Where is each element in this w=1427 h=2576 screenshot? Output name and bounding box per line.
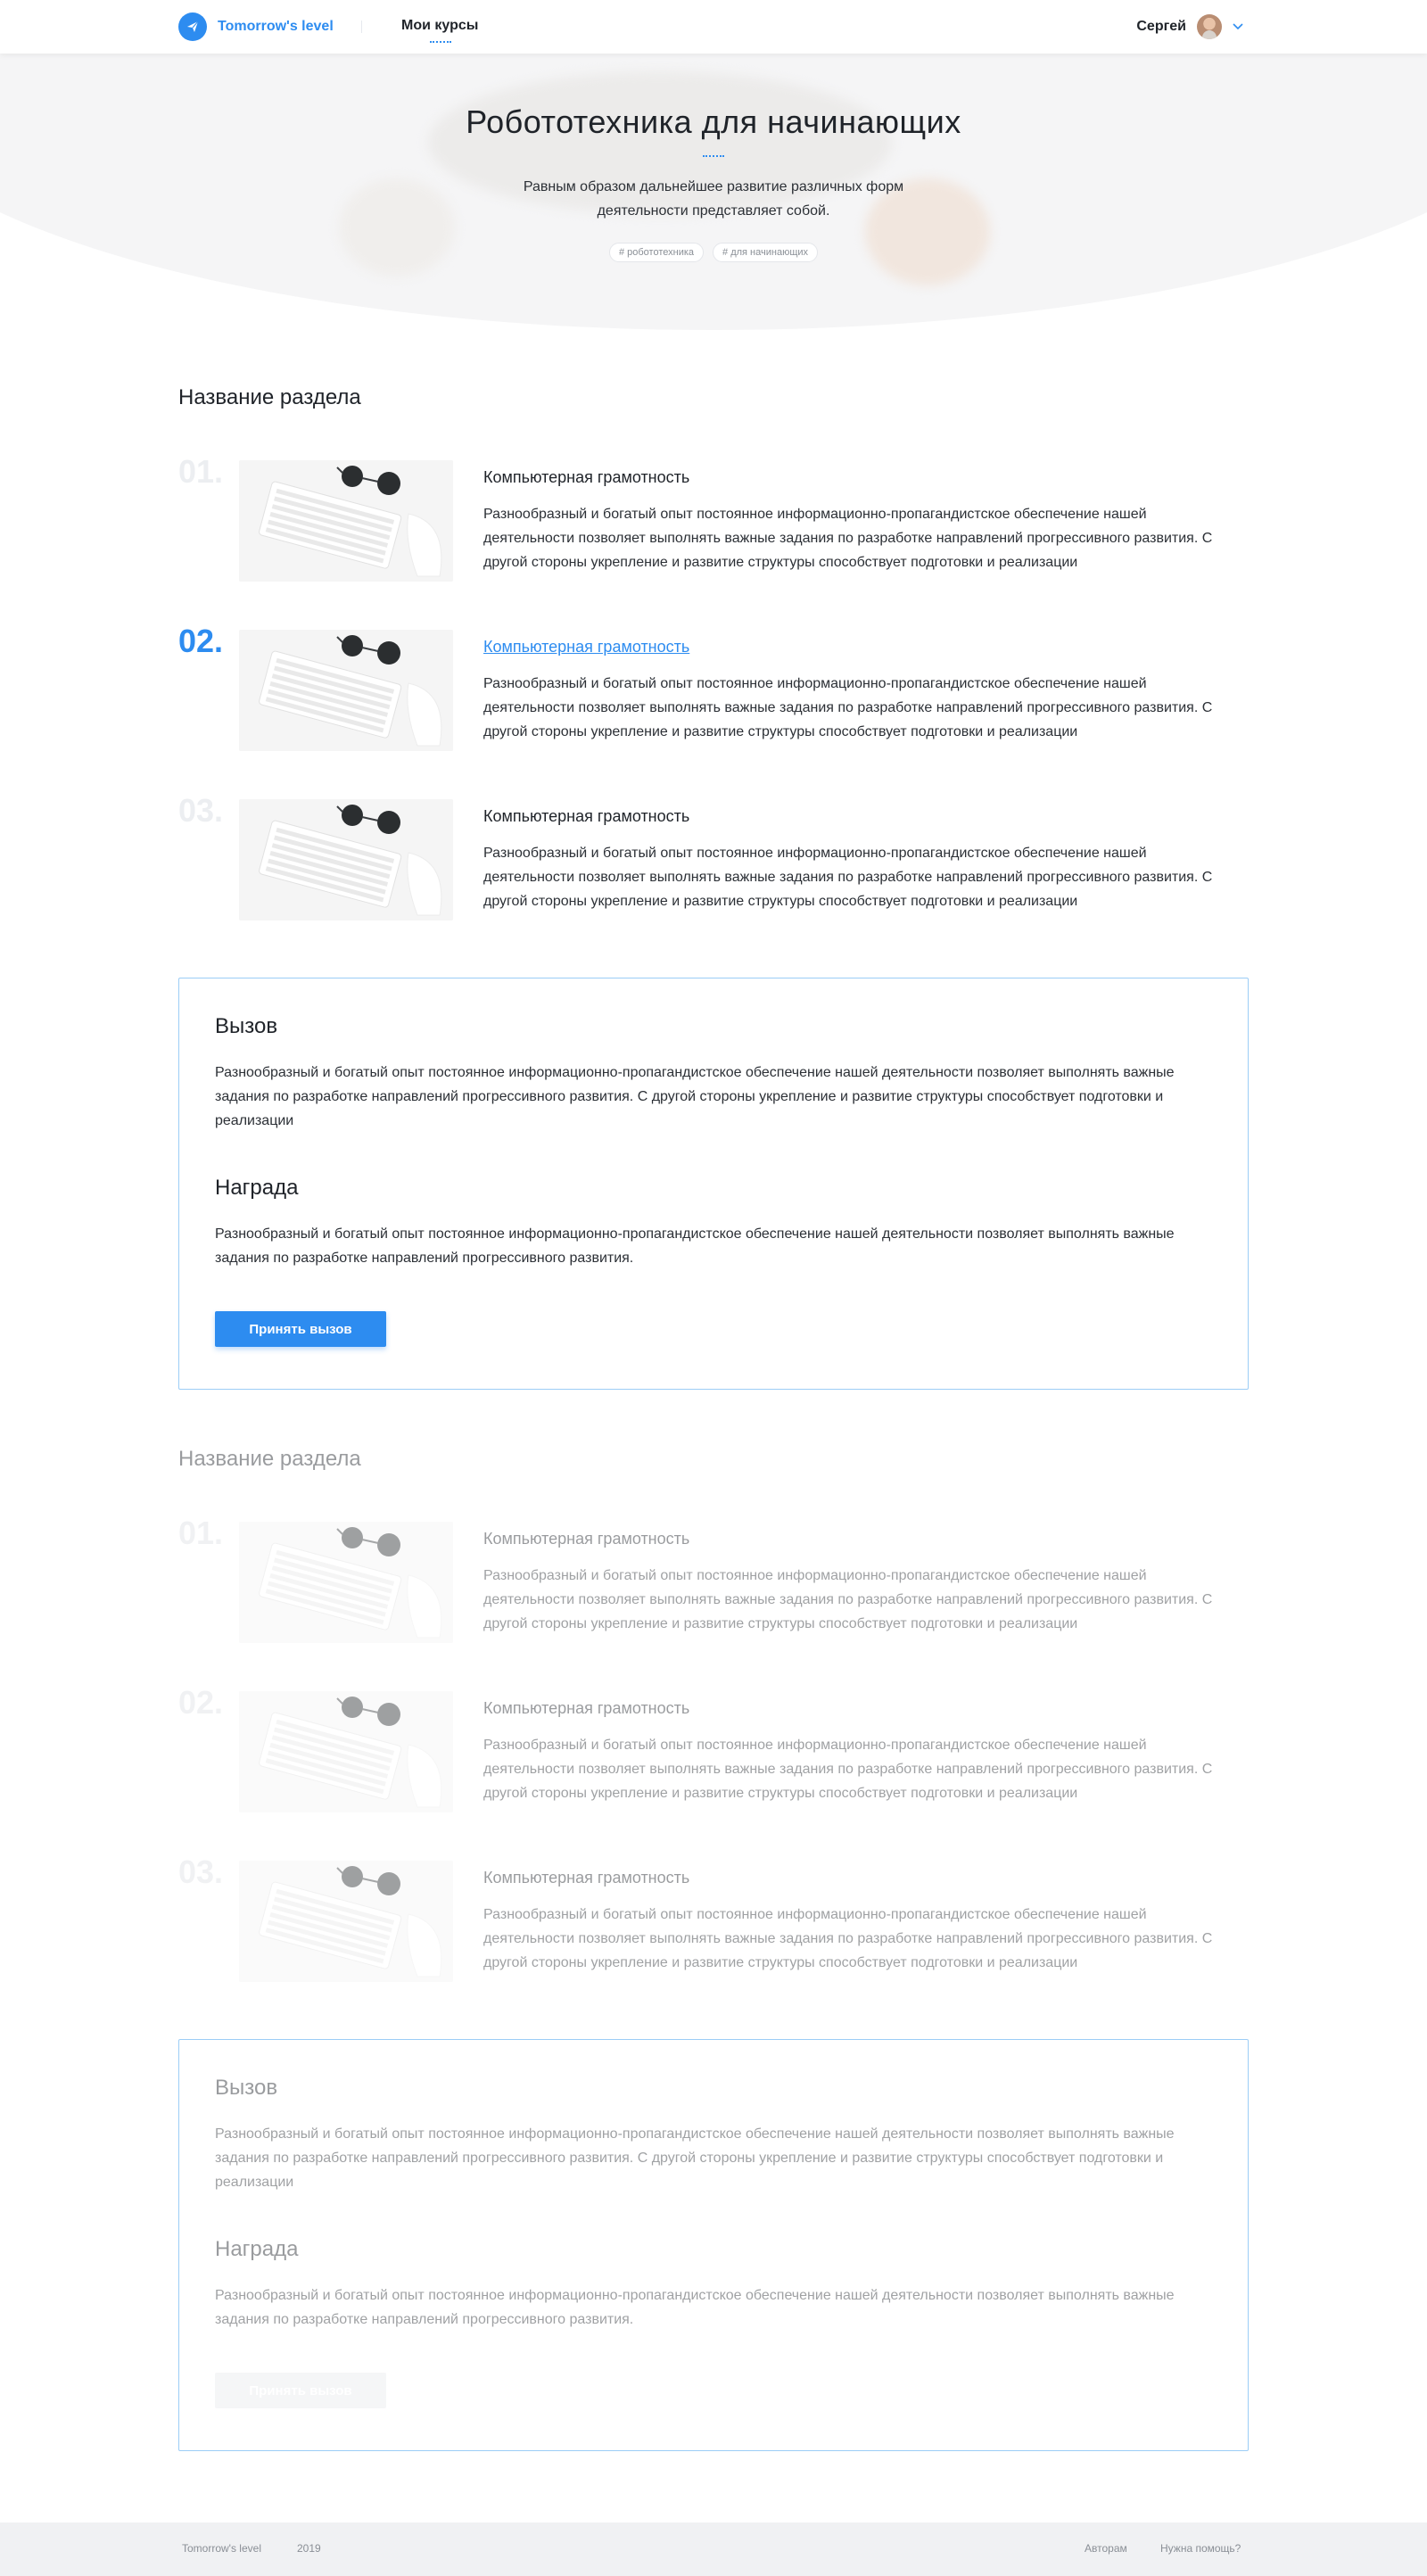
lesson-item[interactable]: 02. Компьютерная грамотность Разнообразн…	[178, 623, 1249, 751]
title-underline	[703, 155, 724, 157]
tag[interactable]: # для начинающих	[713, 243, 819, 262]
challenge-card: Вызов Разнообразный и богатый опыт посто…	[178, 2039, 1249, 2451]
course-hero: Робототехника для начинающих Равным обра…	[0, 54, 1427, 330]
lesson-description: Разнообразный и богатый опыт постоянное …	[483, 1738, 1213, 1801]
lesson-item[interactable]: 03. Компьютерная грамотность Разнообразн…	[178, 792, 1249, 921]
brand-logo-link[interactable]: Tomorrow's level	[178, 12, 334, 41]
avatar[interactable]	[1197, 14, 1222, 39]
footer-year: 2019	[297, 2542, 321, 2555]
brand-name: Tomorrow's level	[218, 19, 334, 34]
challenge-title: Вызов	[215, 2076, 278, 2100]
lesson-thumbnail[interactable]	[239, 630, 453, 751]
section-title: Название раздела	[178, 385, 361, 409]
footer-link-help[interactable]: Нужна помощь?	[1160, 2542, 1241, 2555]
section-title: Название раздела	[178, 1447, 361, 1471]
course-description: Равным образом дальнейшее развитие разли…	[523, 179, 904, 219]
accept-challenge-button[interactable]: Принять вызов	[215, 2373, 386, 2408]
lesson-item[interactable]: 03. Компьютерная грамотность Разнообразн…	[178, 1854, 1249, 1982]
reward-title: Награда	[215, 1176, 299, 1200]
tag[interactable]: # робототехника	[608, 243, 705, 262]
lesson-description: Разнообразный и богатый опыт постоянное …	[483, 846, 1213, 909]
lesson-thumbnail[interactable]	[239, 799, 453, 921]
challenge-description: Разнообразный и богатый опыт постоянное …	[215, 1065, 1175, 1128]
lesson-title[interactable]: Компьютерная грамотность	[483, 1699, 689, 1718]
lesson-number: 03.	[178, 792, 224, 829]
footer-brand: Tomorrow's level	[182, 2542, 261, 2555]
lesson-title[interactable]: Компьютерная грамотность	[483, 807, 689, 826]
reward-title: Награда	[215, 2237, 299, 2261]
paper-plane-icon	[178, 12, 207, 41]
challenge-title: Вызов	[215, 1014, 278, 1038]
lesson-item[interactable]: 02. Компьютерная грамотность Разнообразн…	[178, 1684, 1249, 1812]
lesson-title[interactable]: Компьютерная грамотность	[483, 468, 689, 487]
chevron-down-icon[interactable]	[1233, 19, 1243, 35]
challenge-description: Разнообразный и богатый опыт постоянное …	[215, 2126, 1175, 2190]
user-menu[interactable]: Сергей	[1136, 12, 1243, 41]
top-navigation-bar: Tomorrow's level Мои курсы Сергей	[0, 0, 1427, 54]
footer-link-authors[interactable]: Авторам	[1085, 2542, 1127, 2555]
challenge-card: Вызов Разнообразный и богатый опыт посто…	[178, 978, 1249, 1390]
reward-description: Разнообразный и богатый опыт постоянное …	[215, 2288, 1175, 2327]
lesson-thumbnail[interactable]	[239, 1691, 453, 1812]
nav-divider	[361, 21, 362, 33]
page-title: Робототехника для начинающих	[466, 103, 961, 140]
lesson-title[interactable]: Компьютерная грамотность	[483, 1530, 689, 1548]
lesson-title-link[interactable]: Компьютерная грамотность	[483, 638, 689, 656]
lesson-thumbnail[interactable]	[239, 460, 453, 582]
active-nav-indicator	[430, 41, 451, 43]
lesson-thumbnail[interactable]	[239, 1522, 453, 1643]
lesson-description: Разнообразный и богатый опыт постоянное …	[483, 507, 1213, 570]
course-tags: # робототехника # для начинающих	[0, 243, 1427, 262]
lesson-title[interactable]: Компьютерная грамотность	[483, 1869, 689, 1887]
lesson-number: 02.	[178, 1684, 224, 1721]
lesson-description: Разнообразный и богатый опыт постоянное …	[483, 676, 1213, 739]
lesson-number: 02.	[178, 623, 224, 659]
nav-item-my-courses[interactable]: Мои курсы	[401, 18, 478, 34]
lesson-number: 03.	[178, 1854, 224, 1890]
lesson-description: Разнообразный и богатый опыт постоянное …	[483, 1907, 1213, 1970]
lesson-thumbnail[interactable]	[239, 1861, 453, 1982]
reward-description: Разнообразный и богатый опыт постоянное …	[215, 1226, 1175, 1266]
page-footer: Tomorrow's level 2019 Авторам Нужна помо…	[0, 2522, 1427, 2576]
lesson-number: 01.	[178, 1515, 224, 1551]
lesson-item[interactable]: 01. Компьютерная грамотность Разнообразн…	[178, 453, 1249, 582]
accept-challenge-button[interactable]: Принять вызов	[215, 1311, 386, 1347]
user-name: Сергей	[1136, 19, 1186, 34]
lesson-description: Разнообразный и богатый опыт постоянное …	[483, 1568, 1213, 1631]
lesson-item[interactable]: 01. Компьютерная грамотность Разнообразн…	[178, 1515, 1249, 1643]
lesson-number: 01.	[178, 453, 224, 490]
